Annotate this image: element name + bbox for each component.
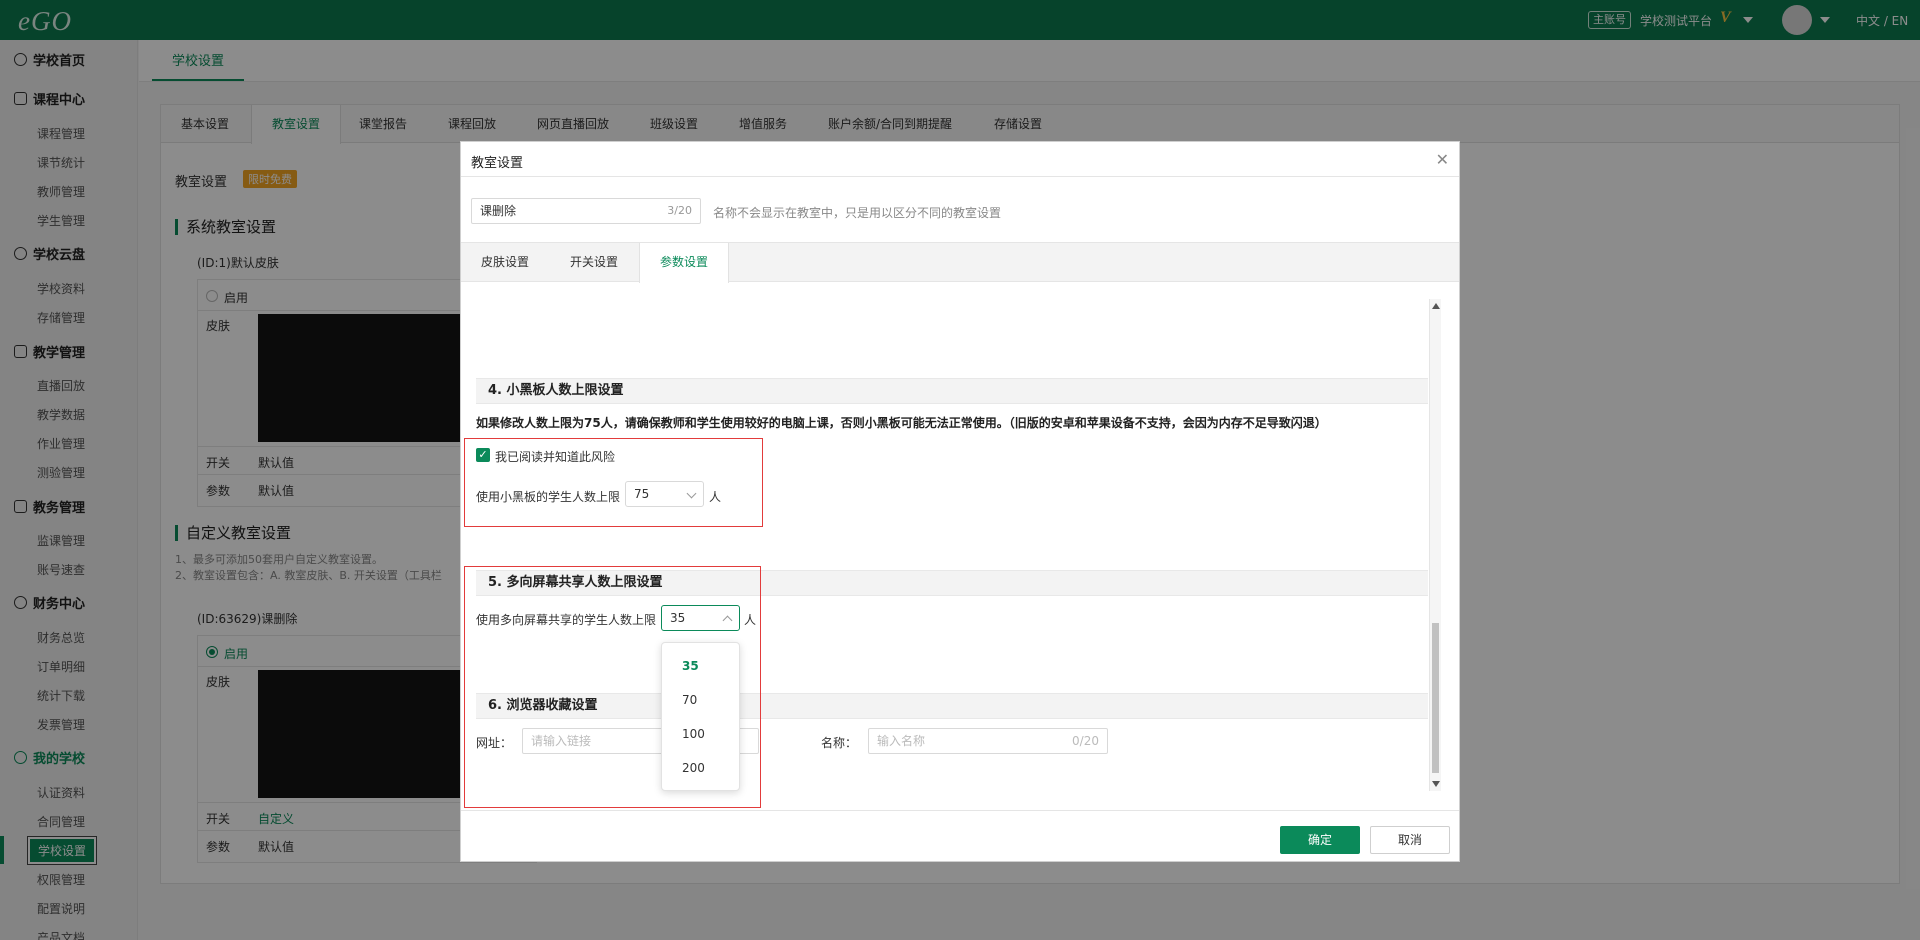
bookmark-name-input[interactable]: 输入名称 0/20 <box>868 728 1108 754</box>
divider <box>461 176 1459 177</box>
screenshare-limit-dropdown: 35 70 100 200 <box>661 642 740 791</box>
blackboard-warning: 如果修改人数上限为75人，请确保教师和学生使用较好的电脑上课，否则小黑板可能无法… <box>476 416 1327 430</box>
tab-switch[interactable]: 开关设置 <box>570 243 618 282</box>
scroll-thumb[interactable] <box>1432 623 1439 773</box>
section-blackboard-limit-header: 4. 小黑板人数上限设置 <box>476 378 1428 404</box>
classroom-settings-modal: 教室设置 ✕ 课删除 3/20 名称不会显示在教室中，只是用以区分不同的教室设置… <box>460 141 1460 862</box>
close-icon[interactable]: ✕ <box>1436 150 1449 169</box>
dropdown-option[interactable]: 35 <box>682 659 699 673</box>
confirm-button[interactable]: 确定 <box>1280 826 1360 854</box>
bookmark-name-label: 名称： <box>821 736 858 750</box>
highlight-box-blackboard <box>464 438 763 527</box>
settings-name-input[interactable]: 课删除 3/20 <box>471 198 701 224</box>
tab-skin[interactable]: 皮肤设置 <box>481 243 529 282</box>
modal-scrollbar[interactable] <box>1429 299 1441 791</box>
tab-params[interactable]: 参数设置 <box>639 243 730 283</box>
cancel-button[interactable]: 取消 <box>1370 826 1450 854</box>
bookmark-name-count: 0/20 <box>1072 734 1099 748</box>
scroll-down-icon[interactable] <box>1432 781 1440 787</box>
modal-title: 教室设置 <box>471 156 524 171</box>
modal-tabs: 皮肤设置 开关设置 参数设置 <box>461 242 1459 283</box>
dropdown-option[interactable]: 70 <box>682 693 697 707</box>
name-hint: 名称不会显示在教室中，只是用以区分不同的教室设置 <box>713 206 1002 220</box>
scroll-up-icon[interactable] <box>1432 303 1440 309</box>
dropdown-option[interactable]: 100 <box>682 727 705 741</box>
divider <box>461 810 1459 811</box>
name-char-count: 3/20 <box>667 204 692 217</box>
dropdown-option[interactable]: 200 <box>682 761 705 775</box>
